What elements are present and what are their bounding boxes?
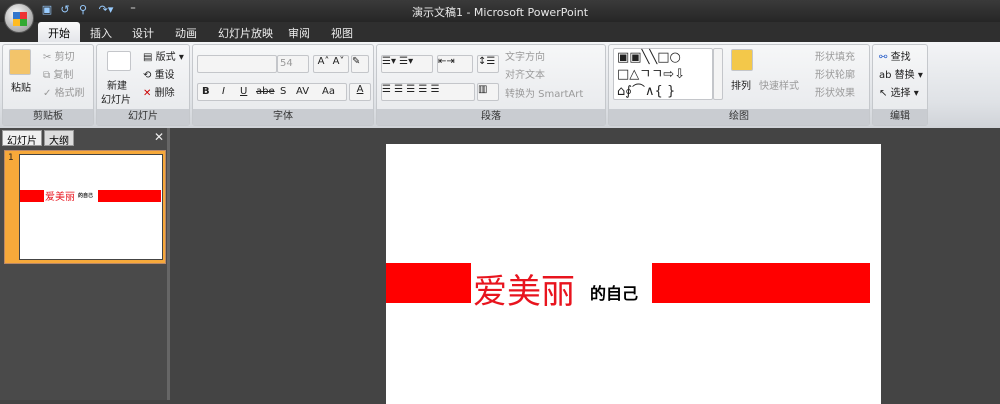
- office-button[interactable]: [4, 3, 34, 33]
- find-button[interactable]: ⚯ 查找: [879, 48, 911, 63]
- align-text-button[interactable]: 对齐文本: [505, 66, 545, 81]
- shape-effects-button[interactable]: 形状效果: [815, 84, 855, 99]
- shapes-gallery[interactable]: ▣▣╲╲□○ □△ㄱㄱ⇨⇩ ⌂∮⌒∧{ }: [613, 48, 713, 100]
- columns-button[interactable]: ▥: [477, 83, 499, 101]
- tab-slides[interactable]: 幻灯片: [2, 130, 42, 147]
- underline-button[interactable]: U: [240, 86, 247, 97]
- delete-button[interactable]: ✕ 删除: [143, 84, 175, 99]
- clear-format-icon[interactable]: ✎: [351, 55, 369, 73]
- close-panel-icon[interactable]: ✕: [154, 130, 164, 144]
- quick-styles-button[interactable]: 快速样式: [759, 77, 799, 92]
- undo-icon[interactable]: ↺: [58, 3, 72, 17]
- grow-shrink-font-button[interactable]: A˄ A˅: [313, 55, 349, 73]
- paste-icon: [9, 49, 31, 75]
- group-label: 绘图: [609, 109, 869, 125]
- thumb-text-red: 爱美丽: [45, 192, 75, 203]
- alignment-buttons[interactable]: ☰ ☰ ☰ ☰ ☰: [381, 83, 475, 101]
- tab-view[interactable]: 视图: [331, 22, 353, 42]
- group-clipboard: 粘贴 ✂ 剪切 ⧉ 复制 ✓ 格式刷 剪贴板: [2, 44, 94, 126]
- red-bar-right: [652, 263, 870, 303]
- font-name-select[interactable]: [197, 55, 277, 73]
- tab-animation[interactable]: 动画: [175, 22, 197, 42]
- bold-button[interactable]: B: [202, 86, 210, 97]
- shape-outline-button[interactable]: 形状轮廓: [815, 66, 855, 81]
- shape-fill-button[interactable]: 形状填充: [815, 48, 855, 63]
- change-case-button[interactable]: Aa: [322, 86, 335, 97]
- tab-review[interactable]: 审阅: [288, 22, 310, 42]
- arrange-button[interactable]: 排列: [731, 77, 751, 92]
- red-bar-left: [20, 190, 44, 202]
- format-painter-label: 格式刷: [54, 88, 85, 99]
- font-size-select[interactable]: 54: [277, 55, 309, 73]
- customize-icon[interactable]: ⁼: [126, 3, 140, 17]
- reset-label: 重设: [154, 70, 175, 81]
- arrange-icon: [731, 49, 753, 71]
- window-title: 演示文稿1 - Microsoft PowerPoint: [411, 6, 589, 19]
- format-painter-button[interactable]: ✓ 格式刷: [43, 84, 85, 99]
- new-slide-icon: [107, 51, 131, 71]
- cut-label: 剪切: [54, 52, 75, 63]
- group-label: 幻灯片: [97, 109, 189, 125]
- save-icon[interactable]: ▣: [40, 3, 54, 17]
- slide-text-black: 的自己: [590, 284, 639, 303]
- binoculars-icon: ⚯: [879, 52, 888, 63]
- red-bar-left: [386, 263, 471, 303]
- group-label: 剪贴板: [3, 109, 93, 125]
- convert-smartart-button[interactable]: 转换为 SmartArt: [505, 85, 583, 100]
- delete-label: 删除: [154, 88, 175, 99]
- tab-slideshow[interactable]: 幻灯片放映: [218, 22, 273, 42]
- line-spacing-button[interactable]: ↕☰: [477, 55, 499, 73]
- slide-canvas[interactable]: 爱美丽 的自己: [386, 144, 881, 404]
- new-slide-button-2[interactable]: 幻灯片: [101, 91, 131, 106]
- gallery-scroll[interactable]: [713, 48, 723, 100]
- font-color-button[interactable]: A: [349, 83, 371, 101]
- slide-text-red: 爱美丽: [473, 272, 575, 312]
- indent-buttons[interactable]: ⇤⇥: [437, 55, 473, 73]
- char-spacing-button[interactable]: AV: [296, 86, 309, 97]
- cut-button[interactable]: ✂ 剪切: [43, 48, 75, 63]
- paste-button[interactable]: 粘贴: [11, 79, 31, 94]
- shadow-button[interactable]: S: [280, 86, 286, 97]
- group-label: 段落: [377, 109, 605, 125]
- tab-design[interactable]: 设计: [132, 22, 154, 42]
- copy-button[interactable]: ⧉ 复制: [43, 66, 73, 81]
- tab-home[interactable]: 开始: [38, 22, 80, 42]
- group-slides: 新建 幻灯片 ▤ 版式 ▾ ⟲ 重设 ✕ 删除 幻灯片: [96, 44, 190, 126]
- slide-number: 1: [8, 153, 14, 163]
- group-label: 编辑: [873, 109, 927, 125]
- thumb-text-black: 的自己: [78, 193, 94, 199]
- group-paragraph: ☰▾ ☰▾ ⇤⇥ ↕☰ 文字方向 对齐文本 ☰ ☰ ☰ ☰ ☰ ▥ 转换为 Sm…: [376, 44, 606, 126]
- group-drawing: ▣▣╲╲□○ □△ㄱㄱ⇨⇩ ⌂∮⌒∧{ } 排列 快速样式 形状填充 形状轮廓 形状…: [608, 44, 870, 126]
- select-label: 选择: [890, 88, 911, 99]
- group-font: 54 A˄ A˅ ✎ B I U abe S AV Aa A 字体: [192, 44, 374, 126]
- tab-outline[interactable]: 大纲: [44, 130, 74, 147]
- replace-button[interactable]: ab 替换 ▾: [879, 66, 923, 81]
- new-slide-button[interactable]: 新建: [107, 77, 127, 92]
- copy-label: 复制: [53, 70, 74, 81]
- strikethrough-button[interactable]: abe: [256, 86, 275, 97]
- layout-button[interactable]: ▤ 版式 ▾: [143, 48, 184, 63]
- tab-insert[interactable]: 插入: [90, 22, 112, 42]
- find-label: 查找: [890, 52, 911, 63]
- redo-icon[interactable]: ↷▾: [94, 3, 118, 17]
- group-editing: ⚯ 查找 ab 替换 ▾ ↖ 选择 ▾ 编辑: [872, 44, 928, 126]
- find-icon[interactable]: ⚲: [76, 3, 90, 17]
- select-button[interactable]: ↖ 选择 ▾: [879, 84, 919, 99]
- thumbnail-preview: 爱美丽 的自己: [19, 154, 163, 260]
- group-label: 字体: [193, 109, 373, 125]
- slide-thumbnail[interactable]: 1 爱美丽 的自己: [4, 150, 166, 264]
- list-buttons[interactable]: ☰▾ ☰▾: [381, 55, 433, 73]
- office-logo-icon: [13, 12, 27, 26]
- font-format-bar: B I U abe S AV Aa: [197, 83, 347, 101]
- text-direction-button[interactable]: 文字方向: [505, 48, 545, 63]
- red-bar-right: [98, 190, 161, 202]
- layout-label: 版式: [155, 52, 176, 63]
- replace-label: 替换: [894, 70, 915, 81]
- italic-button[interactable]: I: [222, 86, 225, 97]
- reset-button[interactable]: ⟲ 重设: [143, 66, 175, 81]
